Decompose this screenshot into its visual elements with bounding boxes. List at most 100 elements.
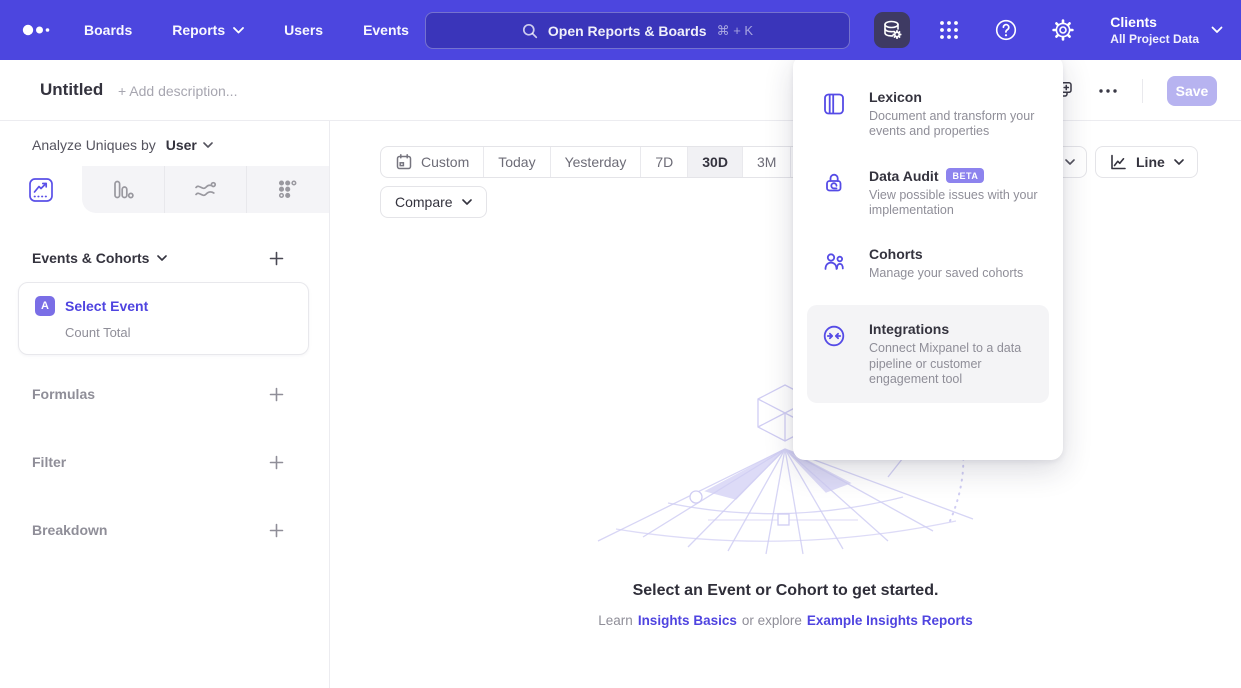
nav-item-label: Reports <box>172 22 225 38</box>
nav-item-events[interactable]: Events <box>363 22 409 38</box>
data-management-button[interactable] <box>874 12 910 48</box>
query-sidebar: Analyze Uniques by User <box>0 121 330 688</box>
events-cohorts-label: Events & Cohorts <box>32 250 149 266</box>
date-range-7d[interactable]: 7D <box>640 147 687 177</box>
menu-item-description: Document and transform your events and p… <box>869 109 1047 140</box>
filter-section: Filter <box>0 453 329 471</box>
empty-state-title: Select an Event or Cohort to get started… <box>330 582 1241 600</box>
data-management-menu: Lexicon Document and transform your even… <box>793 55 1063 460</box>
formulas-label: Formulas <box>32 386 95 402</box>
chevron-down-icon <box>203 142 213 149</box>
save-button[interactable]: Save <box>1167 76 1217 106</box>
analyze-label: Analyze Uniques by <box>32 137 156 153</box>
add-formula-button[interactable] <box>267 385 285 403</box>
project-name: Clients <box>1110 14 1199 32</box>
chevron-down-icon <box>462 199 472 206</box>
nav-item-label: Boards <box>84 22 132 38</box>
metrics-grid-icon <box>275 177 301 203</box>
bar-chart-icon <box>110 177 136 203</box>
menu-item-description: Connect Mixpanel to a data pipeline or c… <box>869 341 1039 387</box>
nav-links: Boards Reports Users Events <box>84 22 409 38</box>
search-shortcut: ⌘ + K <box>717 23 754 39</box>
project-selector[interactable]: Clients All Project Data <box>1110 14 1223 46</box>
search-icon <box>522 23 538 39</box>
beta-badge: BETA <box>946 168 984 183</box>
empty-state-subtitle: Learn Insights Basics or explore Example… <box>330 613 1241 628</box>
gear-icon <box>1050 17 1076 43</box>
event-card[interactable]: A Select Event Count Total <box>18 282 309 355</box>
chevron-down-icon <box>1065 159 1075 166</box>
more-options-icon[interactable] <box>1098 88 1118 94</box>
compare-label: Compare <box>395 194 453 210</box>
date-range-3m[interactable]: 3M <box>742 147 790 177</box>
menu-item-cohorts[interactable]: Cohorts Manage your saved cohorts <box>793 246 1063 281</box>
line-chart-icon <box>1109 153 1127 171</box>
date-range-30d[interactable]: 30D <box>687 147 742 177</box>
breakdown-label: Breakdown <box>32 522 107 538</box>
menu-item-title: Integrations <box>869 321 949 337</box>
calendar-icon <box>395 153 413 171</box>
viz-tab-stream-chart[interactable] <box>164 166 247 213</box>
nav-item-users[interactable]: Users <box>284 22 323 38</box>
apps-grid-button[interactable] <box>931 12 967 48</box>
events-cohorts-dropdown[interactable]: Events & Cohorts <box>32 250 167 266</box>
project-subtitle: All Project Data <box>1110 32 1199 46</box>
nav-right-cluster: Clients All Project Data <box>874 0 1223 60</box>
nav-item-reports[interactable]: Reports <box>172 22 244 38</box>
learn-prefix: Learn <box>598 613 633 628</box>
menu-item-title: Data Audit <box>869 168 938 184</box>
filter-label: Filter <box>32 454 66 470</box>
date-range-today[interactable]: Today <box>483 147 549 177</box>
date-range-label: Today <box>498 154 535 170</box>
add-breakdown-button[interactable] <box>267 521 285 539</box>
report-title[interactable]: Untitled <box>40 80 103 100</box>
mixpanel-logo-icon[interactable] <box>20 15 64 45</box>
stream-chart-icon <box>192 177 218 203</box>
help-button[interactable] <box>988 12 1024 48</box>
nav-item-label: Events <box>363 22 409 38</box>
analyze-value: User <box>166 137 197 153</box>
menu-item-description: View possible issues with your implement… <box>869 188 1047 219</box>
menu-item-title: Cohorts <box>869 246 923 262</box>
event-aggregation-label[interactable]: Count Total <box>65 325 292 340</box>
chevron-down-icon <box>1174 159 1184 166</box>
example-reports-link[interactable]: Example Insights Reports <box>807 613 973 628</box>
viz-tab-bar-chart[interactable] <box>82 166 164 213</box>
description-placeholder[interactable]: + Add description... <box>118 83 237 99</box>
chart-type-button[interactable]: Line <box>1095 146 1198 178</box>
nav-item-boards[interactable]: Boards <box>84 22 132 38</box>
add-event-button[interactable] <box>267 249 285 267</box>
plus-icon <box>269 455 284 470</box>
add-filter-button[interactable] <box>267 453 285 471</box>
analyze-by-dropdown[interactable]: User <box>166 137 213 153</box>
explore-text: or explore <box>742 613 802 628</box>
menu-item-data-audit[interactable]: Data Audit BETA View possible issues wit… <box>793 168 1063 219</box>
search-input[interactable]: Open Reports & Boards ⌘ + K <box>425 12 850 49</box>
line-chart-icon <box>27 176 55 204</box>
data-audit-icon <box>821 170 847 196</box>
compare-button[interactable]: Compare <box>380 186 487 218</box>
viz-tab-metrics-grid[interactable] <box>246 166 329 213</box>
visualization-tabs <box>0 166 329 213</box>
date-range-custom[interactable]: Custom <box>381 147 483 177</box>
cohorts-people-icon <box>821 248 847 274</box>
header-actions: Save <box>1055 60 1217 121</box>
menu-item-integrations[interactable]: Integrations Connect Mixpanel to a data … <box>807 305 1049 403</box>
menu-item-lexicon[interactable]: Lexicon Document and transform your even… <box>793 89 1063 140</box>
insights-basics-link[interactable]: Insights Basics <box>638 613 737 628</box>
database-gear-icon <box>879 17 905 43</box>
date-range-label: Yesterday <box>565 154 627 170</box>
date-range-yesterday[interactable]: Yesterday <box>550 147 641 177</box>
select-event-label[interactable]: Select Event <box>65 298 148 314</box>
analyze-row: Analyze Uniques by User <box>32 137 329 153</box>
header-divider <box>1142 79 1143 103</box>
lexicon-book-icon <box>821 91 847 117</box>
date-range-label: Custom <box>421 154 469 170</box>
viz-tab-line-chart[interactable] <box>0 166 82 213</box>
search-placeholder: Open Reports & Boards <box>548 23 707 39</box>
date-range-label: 3M <box>757 154 776 170</box>
menu-item-title: Lexicon <box>869 89 922 105</box>
menu-item-description: Manage your saved cohorts <box>869 266 1047 281</box>
settings-button[interactable] <box>1045 12 1081 48</box>
chevron-down-icon <box>1211 26 1223 34</box>
